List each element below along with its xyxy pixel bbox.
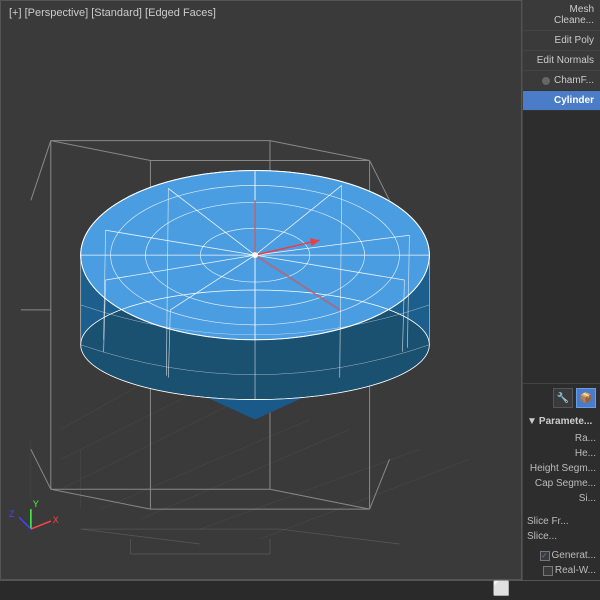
chamfer-dot (542, 77, 550, 85)
modifier-icon-btn[interactable]: 📦 (576, 388, 596, 408)
viewport[interactable]: [+] [Perspective] [Standard] [Edged Face… (0, 0, 522, 580)
edit-poly-button[interactable]: Edit Poly (523, 31, 600, 51)
generate-checkbox[interactable] (540, 551, 550, 561)
svg-text:X: X (53, 515, 59, 525)
right-panel: Mesh Cleane... Edit Poly Edit Normals Ch… (522, 0, 600, 580)
real-world-label: Real-W... (555, 565, 596, 576)
chamfer-item[interactable]: ChamF... (523, 71, 600, 91)
svg-text:Y: Y (33, 499, 39, 509)
radius-label: Ra... (523, 431, 600, 446)
edit-normals-button[interactable]: Edit Normals (523, 51, 600, 71)
sides-label: Si... (523, 491, 600, 506)
cylinder-item[interactable]: Cylinder (523, 91, 600, 111)
3d-scene: X Y Z (1, 1, 521, 579)
modifier-list-empty (523, 111, 600, 383)
parameters-header: ▼ Paramete... (523, 412, 600, 429)
slice-from-label: Slice Fr... (523, 514, 600, 529)
real-world-checkbox[interactable] (543, 566, 553, 576)
cap-seg-label: Cap Segme... (523, 476, 600, 491)
mesh-cleaner-button[interactable]: Mesh Cleane... (523, 0, 600, 31)
generate-label: Generat... (552, 550, 596, 561)
modifier-toolbar: 🔧 📦 (523, 383, 600, 412)
slice-to-label: Slice... (523, 529, 600, 544)
chamfer-label: ChamF... (554, 75, 594, 86)
parameters-content: Ra... He... Height Segm... Cap Segme... … (523, 429, 600, 580)
height-seg-label: Height Segm... (523, 461, 600, 476)
params-arrow: ▼ (527, 416, 537, 427)
cursor-indicator: ⬜ (493, 580, 510, 597)
generate-row: Generat... (523, 548, 600, 563)
svg-text:Z: Z (9, 509, 15, 519)
viewport-label: [+] [Perspective] [Standard] [Edged Face… (9, 7, 216, 19)
status-bar: ⬜ (0, 580, 600, 600)
params-title: Paramete... (539, 416, 592, 427)
real-world-row: Real-W... (523, 563, 600, 578)
pointer-icon-btn[interactable]: 🔧 (553, 388, 573, 408)
height-label: He... (523, 446, 600, 461)
